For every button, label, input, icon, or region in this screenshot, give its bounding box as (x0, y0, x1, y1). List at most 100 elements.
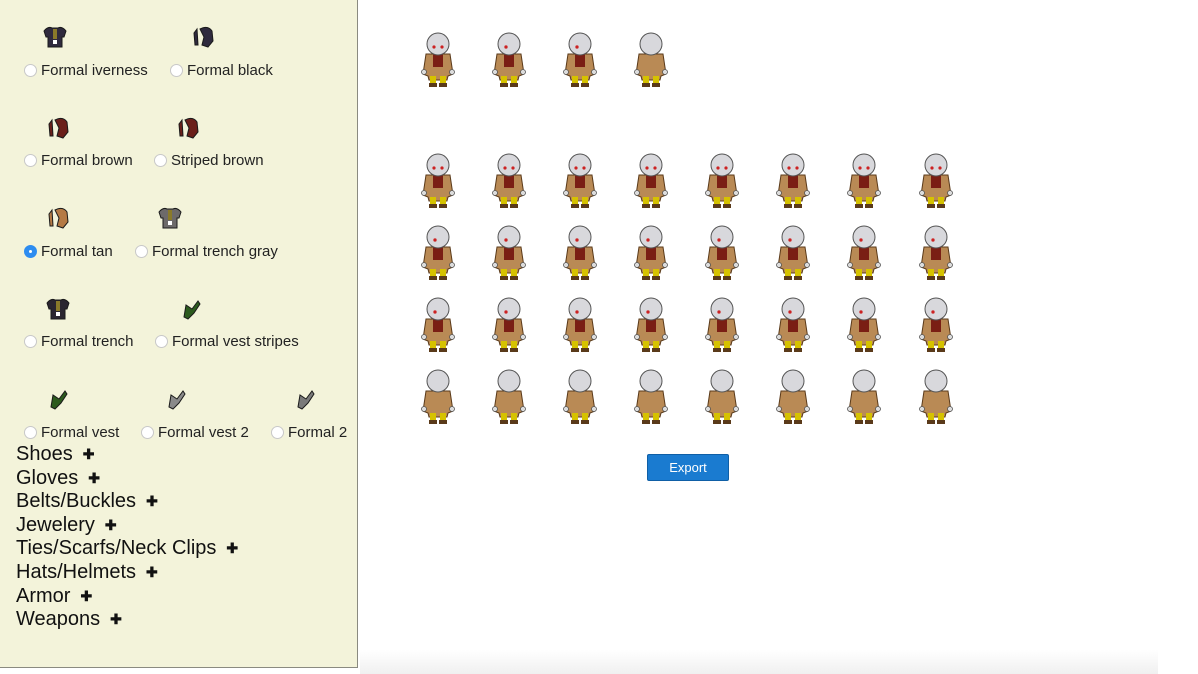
sprite-frame-back (773, 369, 813, 427)
export-button[interactable]: Export (647, 454, 729, 481)
expand-plus-icon[interactable]: ✚ (80, 588, 92, 605)
sprite-preview-back (631, 32, 671, 90)
category-weapons[interactable]: Weapons ✚ (16, 608, 122, 631)
trench-icon (43, 295, 73, 323)
sprite-frame-side-left (560, 225, 600, 283)
category-label: Armor (16, 584, 71, 607)
sprite-frame-side-left (418, 225, 458, 283)
radio-button[interactable] (271, 426, 284, 439)
sprite-frame-side-right (418, 297, 458, 355)
category-gloves[interactable]: Gloves ✚ (16, 467, 100, 490)
radio-button[interactable] (24, 426, 37, 439)
category-label: Hats/Helmets (16, 561, 137, 583)
option-formal-2[interactable]: Formal 2 (271, 424, 347, 441)
sprite-frame-back (916, 369, 956, 427)
expand-plus-icon[interactable]: ✚ (226, 540, 238, 557)
sprite-frame-front (844, 153, 884, 211)
radio-button[interactable] (170, 64, 183, 77)
sprite-frame-side-left (916, 225, 956, 283)
vest-icon (43, 385, 73, 413)
category-ties-scarfs-neck-clips[interactable]: Ties/Scarfs/Neck Clips ✚ (16, 537, 238, 560)
sprite-frame-front (916, 153, 956, 211)
radio-button[interactable] (24, 335, 37, 348)
expand-plus-icon[interactable]: ✚ (83, 446, 95, 463)
tan-coat-icon (43, 204, 73, 232)
sprite-frame-side-right (631, 297, 671, 355)
sidebar: Formal iverness Formal black Formal brown S… (0, 0, 358, 668)
sprite-frame-front (418, 153, 458, 211)
option-label: Formal trench gray (152, 243, 278, 260)
sprite-frame-front (560, 153, 600, 211)
option-formal-vest[interactable]: Formal vest (24, 424, 119, 441)
radio-button[interactable] (24, 154, 37, 167)
option-label: Formal tan (41, 243, 113, 260)
category-jewelery[interactable]: Jewelery ✚ (16, 514, 117, 537)
option-label: Formal 2 (288, 424, 348, 441)
option-formal-iverness[interactable]: Formal iverness (24, 62, 148, 79)
sprite-preview-front (418, 32, 458, 90)
sprite-frame-side-left (844, 225, 884, 283)
option-formal-vest-stripes[interactable]: Formal vest stripes (155, 333, 299, 350)
radio-button[interactable] (135, 245, 148, 258)
expand-plus-icon[interactable]: ✚ (110, 611, 122, 628)
option-striped-brown[interactable]: Striped brown (154, 152, 264, 169)
sprite-frame-side-right (489, 297, 529, 355)
category-hats-helmets[interactable]: Hats/Helmets ✚ (16, 561, 158, 584)
black-coat-icon (188, 23, 218, 51)
option-formal-trench[interactable]: Formal trench (24, 333, 134, 350)
expand-plus-icon[interactable]: ✚ (146, 564, 158, 581)
sprite-frame-side-left (702, 225, 742, 283)
category-label: Weapons (16, 608, 101, 631)
sprite-frame-side-right (844, 297, 884, 355)
category-armor[interactable]: Armor ✚ (16, 585, 92, 608)
expand-plus-icon[interactable]: ✚ (146, 493, 158, 510)
expand-plus-icon[interactable]: ✚ (88, 470, 100, 487)
sprite-frame-back (489, 369, 529, 427)
sprite-preview-walk-right (560, 32, 600, 90)
option-label: Formal vest (41, 424, 120, 441)
sprite-frame-side-right (560, 297, 600, 355)
brown-coat-icon (43, 114, 73, 142)
sprite-frame-side-right (916, 297, 956, 355)
option-label: Formal vest stripes (172, 333, 299, 350)
iverness-coat-icon (40, 23, 70, 51)
striped-brown-coat-icon (173, 114, 203, 142)
category-shoes[interactable]: Shoes ✚ (16, 443, 94, 466)
sprite-frame-front (489, 153, 529, 211)
sprite-frame-front (773, 153, 813, 211)
vest-stripes-icon (176, 295, 206, 323)
sprite-frame-side-left (489, 225, 529, 283)
sprite-frame-back (560, 369, 600, 427)
option-formal-trench-gray[interactable]: Formal trench gray (135, 243, 278, 260)
sprite-frame-front (631, 153, 671, 211)
sprite-frame-front (702, 153, 742, 211)
option-label: Formal trench (41, 333, 134, 350)
radio-button[interactable] (154, 154, 167, 167)
category-label: Gloves (16, 466, 79, 489)
sprite-frame-side-left (773, 225, 813, 283)
vest-2-icon (161, 385, 191, 413)
option-label: Striped brown (171, 152, 264, 169)
gray-trench-icon (155, 204, 185, 232)
sprite-frame-back (702, 369, 742, 427)
formal-2-icon (290, 385, 320, 413)
option-label: Formal brown (41, 152, 133, 169)
option-label: Formal black (187, 62, 273, 79)
option-formal-black[interactable]: Formal black (170, 62, 273, 79)
option-formal-tan[interactable]: Formal tan (24, 243, 113, 260)
option-formal-brown[interactable]: Formal brown (24, 152, 133, 169)
radio-button[interactable] (24, 64, 37, 77)
category-belts-buckles[interactable]: Belts/Buckles ✚ (16, 490, 158, 513)
category-label: Ties/Scarfs/Neck Clips (16, 537, 217, 560)
scroll-shadow (360, 650, 1158, 674)
radio-button[interactable] (155, 335, 168, 348)
expand-plus-icon[interactable]: ✚ (105, 517, 117, 534)
option-formal-vest-2[interactable]: Formal vest 2 (141, 424, 249, 441)
sprite-frame-side-left (631, 225, 671, 283)
sprite-frame-side-right (773, 297, 813, 355)
sprite-frame-back (844, 369, 884, 427)
radio-button[interactable] (141, 426, 154, 439)
category-label: Shoes (16, 443, 73, 465)
sprite-frame-back (418, 369, 458, 427)
radio-button[interactable] (24, 245, 37, 258)
